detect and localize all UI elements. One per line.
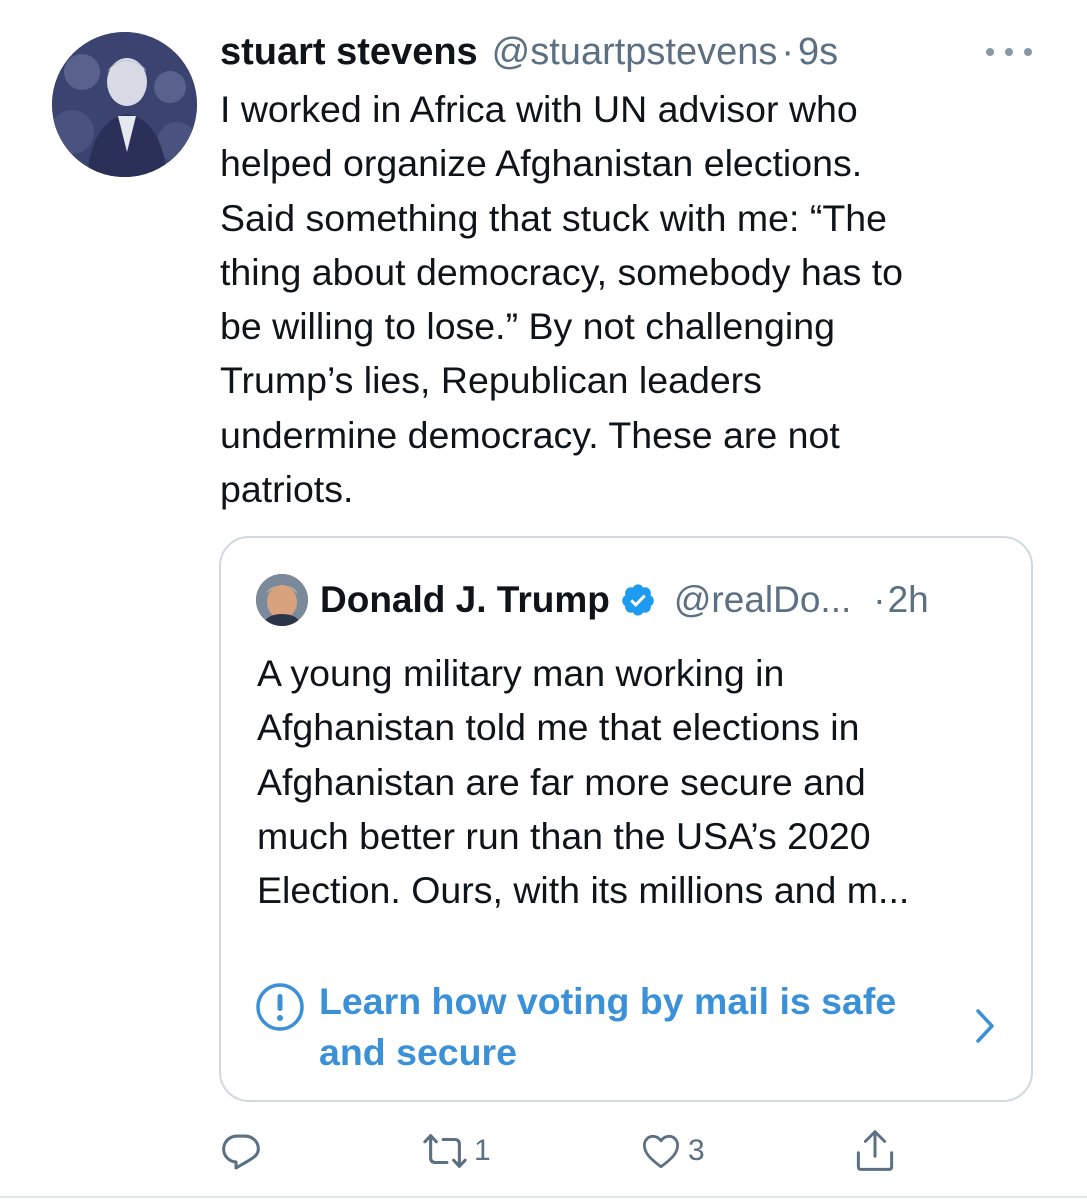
reply-button[interactable]	[218, 1126, 270, 1176]
quoted-display-name[interactable]: Donald J. Trump	[320, 579, 610, 621]
reply-icon	[222, 1134, 260, 1170]
tweet: stuart stevens @stuartpstevens · 9s I wo…	[0, 0, 1087, 1200]
avatar[interactable]	[52, 32, 197, 177]
retweet-count: 1	[474, 1134, 491, 1167]
quoted-avatar-photo	[256, 574, 308, 626]
quoted-handle[interactable]: @realDo...	[674, 579, 851, 621]
quoted-separator-dot: ·	[873, 579, 886, 620]
misinformation-notice[interactable]: Learn how voting by mail is safe and sec…	[253, 976, 1003, 1076]
avatar-photo	[52, 32, 197, 177]
retweet-button[interactable]: 1	[422, 1126, 491, 1176]
chevron-right-icon[interactable]	[973, 1006, 997, 1046]
quoted-tweet-text: A young military man working in Afghanis…	[257, 652, 910, 912]
more-dot	[1005, 48, 1013, 56]
quoted-header: Donald J. Trump @realDo... · 2h	[320, 575, 929, 625]
timestamp[interactable]: 9s	[798, 26, 838, 78]
more-dot	[1024, 48, 1032, 56]
handle[interactable]: @stuartpstevens	[492, 26, 778, 78]
display-name[interactable]: stuart stevens	[220, 26, 478, 78]
tweet-header: stuart stevens @stuartpstevens · 9s	[220, 26, 838, 78]
more-icon[interactable]	[986, 40, 1032, 64]
info-icon	[256, 983, 304, 1031]
share-button[interactable]	[854, 1126, 896, 1176]
action-bar: 1 3	[0, 1120, 1087, 1180]
share-icon	[856, 1130, 894, 1171]
verified-icon	[622, 584, 654, 616]
quoted-avatar[interactable]	[256, 574, 308, 626]
quoted-timestamp[interactable]: 2h	[888, 579, 929, 621]
retweet-icon	[423, 1134, 467, 1168]
more-dot	[986, 48, 994, 56]
notice-link[interactable]: Learn how voting by mail is safe and sec…	[319, 976, 959, 1078]
tweet-text: I worked in Africa with UN advisor who h…	[220, 88, 904, 511]
divider	[0, 1196, 1087, 1198]
like-button[interactable]: 3	[640, 1126, 705, 1176]
like-icon	[642, 1134, 680, 1169]
like-count: 3	[688, 1134, 705, 1167]
separator-dot: ·	[781, 31, 795, 73]
quoted-tweet[interactable]: Donald J. Trump @realDo... · 2h A young …	[219, 536, 1033, 1102]
